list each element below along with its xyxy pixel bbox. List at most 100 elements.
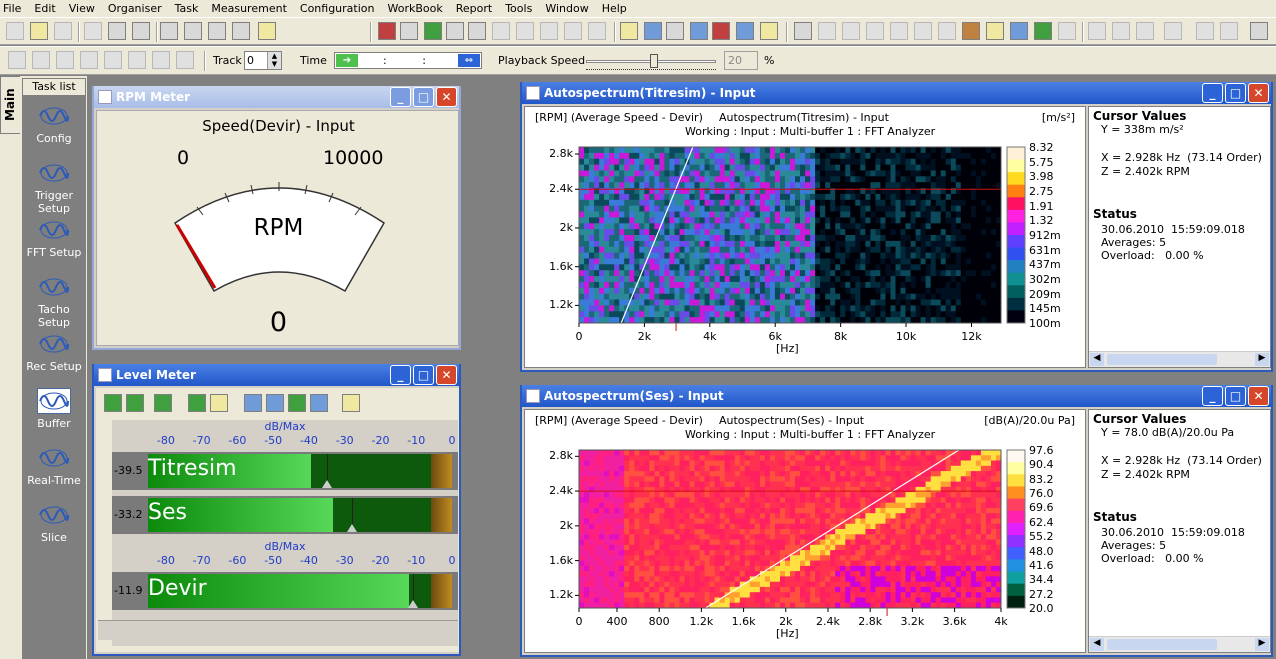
- task-slice[interactable]: Slice: [22, 499, 86, 555]
- minimize-button[interactable]: _: [390, 365, 411, 385]
- print-icon[interactable]: [160, 22, 178, 40]
- database-icon[interactable]: [644, 22, 662, 40]
- lm-tool2-icon[interactable]: [126, 394, 144, 412]
- task-buffer[interactable]: Buffer: [22, 385, 86, 441]
- context-help-icon[interactable]: [232, 22, 250, 40]
- print-preview-icon[interactable]: [184, 22, 202, 40]
- align5-icon[interactable]: [104, 51, 122, 69]
- menu-window[interactable]: Window: [545, 2, 588, 15]
- lm-tool6-icon[interactable]: [244, 394, 262, 412]
- tool14-icon[interactable]: [1220, 22, 1238, 40]
- bidirectional-arrow-icon[interactable]: ⇔: [458, 54, 480, 67]
- table-icon[interactable]: [516, 22, 534, 40]
- cursor-panel-scrollbar[interactable]: ◀ ▶: [1089, 351, 1270, 367]
- track-spinner[interactable]: 0 ▲ ▼: [244, 51, 282, 70]
- lm-tool1-icon[interactable]: [104, 394, 122, 412]
- page-icon[interactable]: [400, 22, 418, 40]
- cut-icon[interactable]: [84, 22, 102, 40]
- tool1-icon[interactable]: [818, 22, 836, 40]
- waterfall-icon[interactable]: [1034, 22, 1052, 40]
- chart-icon[interactable]: [564, 22, 582, 40]
- save-icon[interactable]: [54, 22, 72, 40]
- speed-field[interactable]: 20: [724, 51, 758, 70]
- tool6-icon[interactable]: [938, 22, 956, 40]
- menu-help[interactable]: Help: [602, 2, 627, 15]
- slider-thumb[interactable]: [650, 54, 658, 68]
- cursor-panel-scrollbar[interactable]: ◀ ▶: [1089, 636, 1270, 652]
- task-tacho-setup[interactable]: Tacho Setup: [22, 271, 86, 329]
- save-project-icon[interactable]: [424, 22, 442, 40]
- task-real-time[interactable]: Real-Time: [22, 442, 86, 498]
- menu-edit[interactable]: Edit: [34, 2, 55, 15]
- maximize-button[interactable]: □: [1225, 386, 1246, 406]
- minimize-button[interactable]: _: [1202, 83, 1223, 103]
- task-config[interactable]: Config: [22, 100, 86, 156]
- display-icon[interactable]: [690, 22, 708, 40]
- frame-icon[interactable]: [176, 51, 194, 69]
- tool9-icon[interactable]: [1088, 22, 1106, 40]
- menu-task[interactable]: Task: [175, 2, 199, 15]
- align3-icon[interactable]: [56, 51, 74, 69]
- close-button[interactable]: ✕: [1248, 386, 1269, 406]
- maximize-button[interactable]: □: [413, 87, 434, 107]
- maximize-button[interactable]: □: [1225, 83, 1246, 103]
- meter-icon[interactable]: [736, 22, 754, 40]
- menu-view[interactable]: View: [69, 2, 95, 15]
- lm-tool4-icon[interactable]: [188, 394, 206, 412]
- menu-file[interactable]: File: [3, 2, 21, 15]
- tool11-icon[interactable]: [1136, 22, 1154, 40]
- lm-tool10-icon[interactable]: [342, 394, 360, 412]
- task-list-tab[interactable]: Task list: [22, 78, 86, 95]
- close-button[interactable]: ✕: [436, 87, 457, 107]
- list-icon[interactable]: [588, 22, 606, 40]
- minimize-button[interactable]: _: [1202, 386, 1223, 406]
- level-meter-titlebar[interactable]: Level Meter _ □ ✕: [94, 364, 459, 386]
- lm-tool9-icon[interactable]: [310, 394, 328, 412]
- new-icon[interactable]: [6, 22, 24, 40]
- time-field[interactable]: ➔ : : : ⇔: [334, 52, 482, 69]
- tool3-icon[interactable]: [866, 22, 884, 40]
- task-fft-setup[interactable]: FFT Setup: [22, 214, 86, 270]
- tool15-icon[interactable]: [1250, 22, 1268, 40]
- lm-tool8-icon[interactable]: [288, 394, 306, 412]
- ses-titlebar[interactable]: Autospectrum(Ses) - Input _ □ ✕: [522, 385, 1271, 407]
- menu-measurement[interactable]: Measurement: [211, 2, 287, 15]
- minimize-button[interactable]: _: [390, 87, 411, 107]
- calculator-icon[interactable]: [258, 22, 276, 40]
- help-icon[interactable]: [208, 22, 226, 40]
- fx-icon[interactable]: [666, 22, 684, 40]
- align4-icon[interactable]: [80, 51, 98, 69]
- function-icon[interactable]: [620, 22, 638, 40]
- tool12-icon[interactable]: [1164, 22, 1182, 40]
- tool4-icon[interactable]: [890, 22, 908, 40]
- analyzer-icon[interactable]: [760, 22, 778, 40]
- grid-view-icon[interactable]: [1010, 22, 1028, 40]
- tool10-icon[interactable]: [1112, 22, 1130, 40]
- close-button[interactable]: ✕: [1248, 83, 1269, 103]
- scissors-icon[interactable]: [446, 22, 464, 40]
- open-icon[interactable]: [30, 22, 48, 40]
- copy-icon[interactable]: [108, 22, 126, 40]
- record-icon[interactable]: [712, 22, 730, 40]
- align-icon[interactable]: [8, 51, 26, 69]
- rpm-meter-titlebar[interactable]: RPM Meter _ □ ✕: [94, 86, 459, 108]
- menu-report[interactable]: Report: [456, 2, 492, 15]
- tool5-icon[interactable]: [914, 22, 932, 40]
- clipboard-icon[interactable]: [492, 22, 510, 40]
- close-button[interactable]: ✕: [436, 365, 457, 385]
- cursor-icon[interactable]: [128, 51, 146, 69]
- tool13-icon[interactable]: [1196, 22, 1214, 40]
- main-tab[interactable]: Main: [0, 76, 20, 134]
- menu-tools[interactable]: Tools: [505, 2, 532, 15]
- copy2-icon[interactable]: [468, 22, 486, 40]
- titresim-titlebar[interactable]: Autospectrum(Titresim) - Input _ □ ✕: [522, 82, 1271, 104]
- tool8-icon[interactable]: [1058, 22, 1076, 40]
- task-rec-setup[interactable]: Rec Setup: [22, 328, 86, 384]
- lm-tool7-icon[interactable]: [266, 394, 284, 412]
- task-trigger-setup[interactable]: Trigger Setup: [22, 157, 86, 215]
- tool7-icon[interactable]: [962, 22, 980, 40]
- align2-icon[interactable]: [32, 51, 50, 69]
- colormap-icon[interactable]: [986, 22, 1004, 40]
- menu-organiser[interactable]: Organiser: [108, 2, 162, 15]
- maximize-button[interactable]: □: [413, 365, 434, 385]
